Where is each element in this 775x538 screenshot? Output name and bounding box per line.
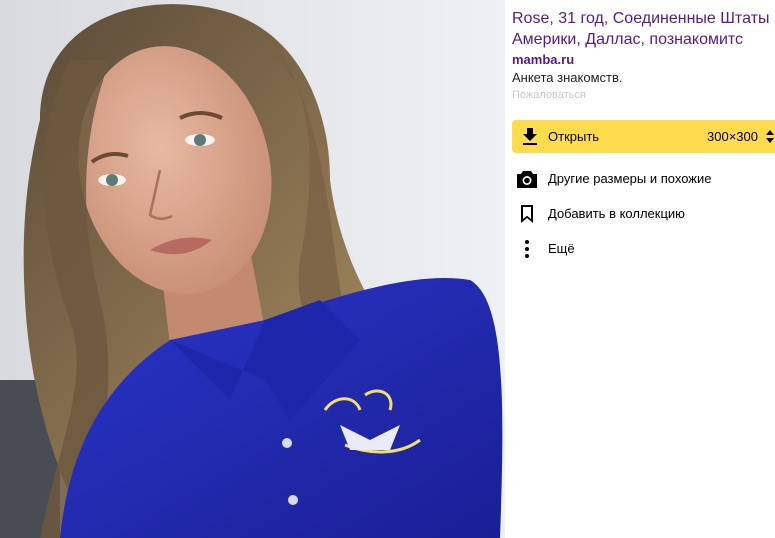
menu-item-label: Добавить в коллекцию <box>548 206 685 221</box>
image-viewer[interactable] <box>0 0 505 538</box>
title-line-2: Америки, Даллас, познакомитс <box>512 31 744 48</box>
source-domain-link[interactable]: mamba.ru <box>512 52 574 67</box>
more-vertical-icon <box>525 240 529 258</box>
source-description: Анкета знакомств. <box>512 70 623 85</box>
image-title-link[interactable]: Rose, 31 год, Соединенные Штаты Америки,… <box>512 8 774 50</box>
open-button-label: Открыть <box>548 129 600 144</box>
size-select-value: 300×300 <box>707 129 758 144</box>
open-button[interactable]: Открыть 300×300 <box>512 120 775 153</box>
camera-icon <box>517 171 537 188</box>
menu-item-label: Ещё <box>548 241 575 256</box>
menu-item-other-sizes[interactable]: Другие размеры и похожие <box>512 166 774 192</box>
menu-item-add-to-collection[interactable]: Добавить в коллекцию <box>512 201 774 227</box>
bookmark-icon <box>521 205 533 223</box>
updown-arrows-icon <box>766 130 774 143</box>
title-line-1: Rose, 31 год, Соединенные Штаты <box>512 10 770 27</box>
size-select[interactable]: 300×300 <box>702 120 775 153</box>
menu-item-more[interactable]: Ещё <box>512 236 774 262</box>
image-info-panel: Rose, 31 год, Соединенные Штаты Америки,… <box>505 0 775 538</box>
complain-link[interactable]: Пожаловаться <box>512 89 586 101</box>
photo <box>0 0 505 538</box>
download-icon <box>523 128 537 145</box>
menu-item-label: Другие размеры и похожие <box>548 171 712 186</box>
